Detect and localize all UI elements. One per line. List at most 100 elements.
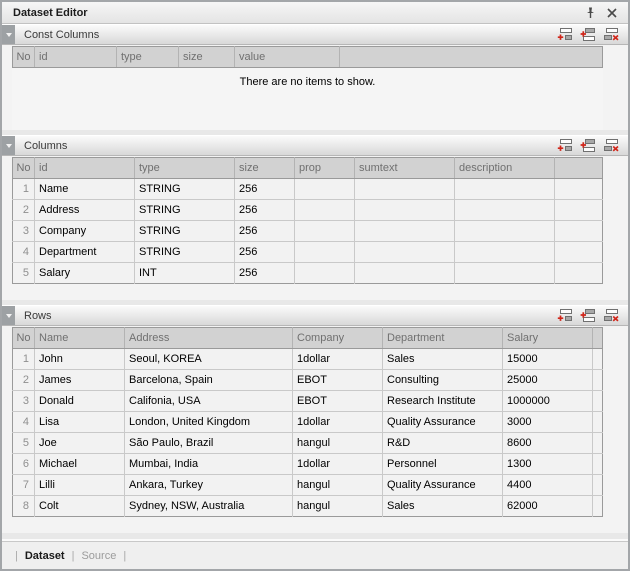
column-header-Name[interactable]: Name xyxy=(35,328,125,349)
grid-cell[interactable] xyxy=(295,242,355,263)
column-header-No[interactable]: No xyxy=(13,328,35,349)
grid-cell[interactable] xyxy=(455,263,555,284)
row-number-cell[interactable]: 1 xyxy=(13,179,35,200)
column-header-Salary[interactable]: Salary xyxy=(503,328,593,349)
grid-cell[interactable]: Lisa xyxy=(35,412,125,433)
column-header-description[interactable]: description xyxy=(455,158,555,179)
column-header-id[interactable]: id xyxy=(35,158,135,179)
grid-cell[interactable]: John xyxy=(35,349,125,370)
grid-cell[interactable]: hangul xyxy=(293,496,383,517)
grid-cell[interactable] xyxy=(355,242,455,263)
column-header-size[interactable]: size xyxy=(235,158,295,179)
grid-cell[interactable] xyxy=(455,242,555,263)
grid-cell[interactable]: Michael xyxy=(35,454,125,475)
grid-cell[interactable]: Consulting xyxy=(383,370,503,391)
grid-cell[interactable]: Company xyxy=(35,221,135,242)
grid-cell[interactable]: 256 xyxy=(235,200,295,221)
row-number-cell[interactable]: 4 xyxy=(13,412,35,433)
grid-cell[interactable]: 1dollar xyxy=(293,349,383,370)
grid-cell[interactable]: 25000 xyxy=(503,370,593,391)
column-header-No[interactable]: No xyxy=(13,47,35,68)
grid-cell[interactable]: 1000000 xyxy=(503,391,593,412)
grid-cell[interactable]: 4400 xyxy=(503,475,593,496)
row-number-cell[interactable]: 5 xyxy=(13,433,35,454)
grid-cell[interactable]: R&D xyxy=(383,433,503,454)
row-number-cell[interactable]: 1 xyxy=(13,349,35,370)
grid-cell[interactable]: 3000 xyxy=(503,412,593,433)
insert-item-button[interactable] xyxy=(580,308,596,323)
grid-cell[interactable]: Colt xyxy=(35,496,125,517)
grid-cell[interactable]: Address xyxy=(35,200,135,221)
grid-cell[interactable]: INT xyxy=(135,263,235,284)
column-header-Department[interactable]: Department xyxy=(383,328,503,349)
grid-cell[interactable]: 1dollar xyxy=(293,454,383,475)
row-number-cell[interactable]: 4 xyxy=(13,242,35,263)
grid-cell[interactable]: Salary xyxy=(35,263,135,284)
column-header-type[interactable]: type xyxy=(135,158,235,179)
grid-cell[interactable]: 256 xyxy=(235,179,295,200)
collapse-toggle[interactable] xyxy=(2,25,15,44)
grid-cell[interactable]: Quality Assurance xyxy=(383,412,503,433)
grid-cell[interactable] xyxy=(355,263,455,284)
grid-cell[interactable]: Barcelona, Spain xyxy=(125,370,293,391)
tab-dataset[interactable]: Dataset xyxy=(25,550,65,562)
grid-cell[interactable]: STRING xyxy=(135,179,235,200)
grid-cell[interactable]: Califonia, USA xyxy=(125,391,293,412)
row-number-cell[interactable]: 3 xyxy=(13,221,35,242)
row-number-cell[interactable]: 3 xyxy=(13,391,35,412)
grid-cell[interactable] xyxy=(355,221,455,242)
delete-item-button[interactable] xyxy=(603,27,619,42)
row-number-cell[interactable]: 2 xyxy=(13,200,35,221)
grid-cell[interactable] xyxy=(295,221,355,242)
grid-cell[interactable]: Sales xyxy=(383,496,503,517)
grid-cell[interactable]: James xyxy=(35,370,125,391)
row-number-cell[interactable]: 5 xyxy=(13,263,35,284)
column-header-prop[interactable]: prop xyxy=(295,158,355,179)
grid-cell[interactable] xyxy=(295,263,355,284)
grid-cell[interactable]: Mumbai, India xyxy=(125,454,293,475)
insert-item-button[interactable] xyxy=(580,27,596,42)
grid-cell[interactable]: 256 xyxy=(235,263,295,284)
column-header-sumtext[interactable]: sumtext xyxy=(355,158,455,179)
grid-cell[interactable]: 62000 xyxy=(503,496,593,517)
grid-cell[interactable]: hangul xyxy=(293,433,383,454)
grid-cell[interactable]: Ankara, Turkey xyxy=(125,475,293,496)
grid-cell[interactable]: Donald xyxy=(35,391,125,412)
grid-cell[interactable]: EBOT xyxy=(293,391,383,412)
grid-cell[interactable] xyxy=(355,179,455,200)
grid-cell[interactable]: São Paulo, Brazil xyxy=(125,433,293,454)
grid-cell[interactable] xyxy=(355,200,455,221)
column-header-value[interactable]: value xyxy=(235,47,340,68)
grid-cell[interactable]: STRING xyxy=(135,200,235,221)
column-header-No[interactable]: No xyxy=(13,158,35,179)
grid-cell[interactable]: 1dollar xyxy=(293,412,383,433)
grid-cell[interactable]: Department xyxy=(35,242,135,263)
collapse-toggle[interactable] xyxy=(2,136,15,155)
column-header-Address[interactable]: Address xyxy=(125,328,293,349)
grid-cell[interactable]: 256 xyxy=(235,242,295,263)
column-header-id[interactable]: id xyxy=(35,47,117,68)
column-header-size[interactable]: size xyxy=(179,47,235,68)
grid-cell[interactable]: 1300 xyxy=(503,454,593,475)
grid-cell[interactable] xyxy=(455,221,555,242)
grid-cell[interactable]: EBOT xyxy=(293,370,383,391)
grid-cell[interactable]: Name xyxy=(35,179,135,200)
grid-cell[interactable]: Sales xyxy=(383,349,503,370)
close-icon[interactable] xyxy=(603,5,620,21)
grid-cell[interactable]: 8600 xyxy=(503,433,593,454)
row-number-cell[interactable]: 6 xyxy=(13,454,35,475)
tab-source[interactable]: Source xyxy=(81,550,116,562)
grid-cell[interactable]: Lilli xyxy=(35,475,125,496)
grid-cell[interactable]: hangul xyxy=(293,475,383,496)
grid-cell[interactable]: 256 xyxy=(235,221,295,242)
grid-cell[interactable]: STRING xyxy=(135,242,235,263)
grid-cell[interactable] xyxy=(455,179,555,200)
grid-cell[interactable]: Research Institute xyxy=(383,391,503,412)
delete-item-button[interactable] xyxy=(603,138,619,153)
add-item-button[interactable] xyxy=(557,138,573,153)
column-header-Company[interactable]: Company xyxy=(293,328,383,349)
grid-cell[interactable]: Joe xyxy=(35,433,125,454)
delete-item-button[interactable] xyxy=(603,308,619,323)
grid-cell[interactable] xyxy=(295,179,355,200)
grid-cell[interactable]: Seoul, KOREA xyxy=(125,349,293,370)
